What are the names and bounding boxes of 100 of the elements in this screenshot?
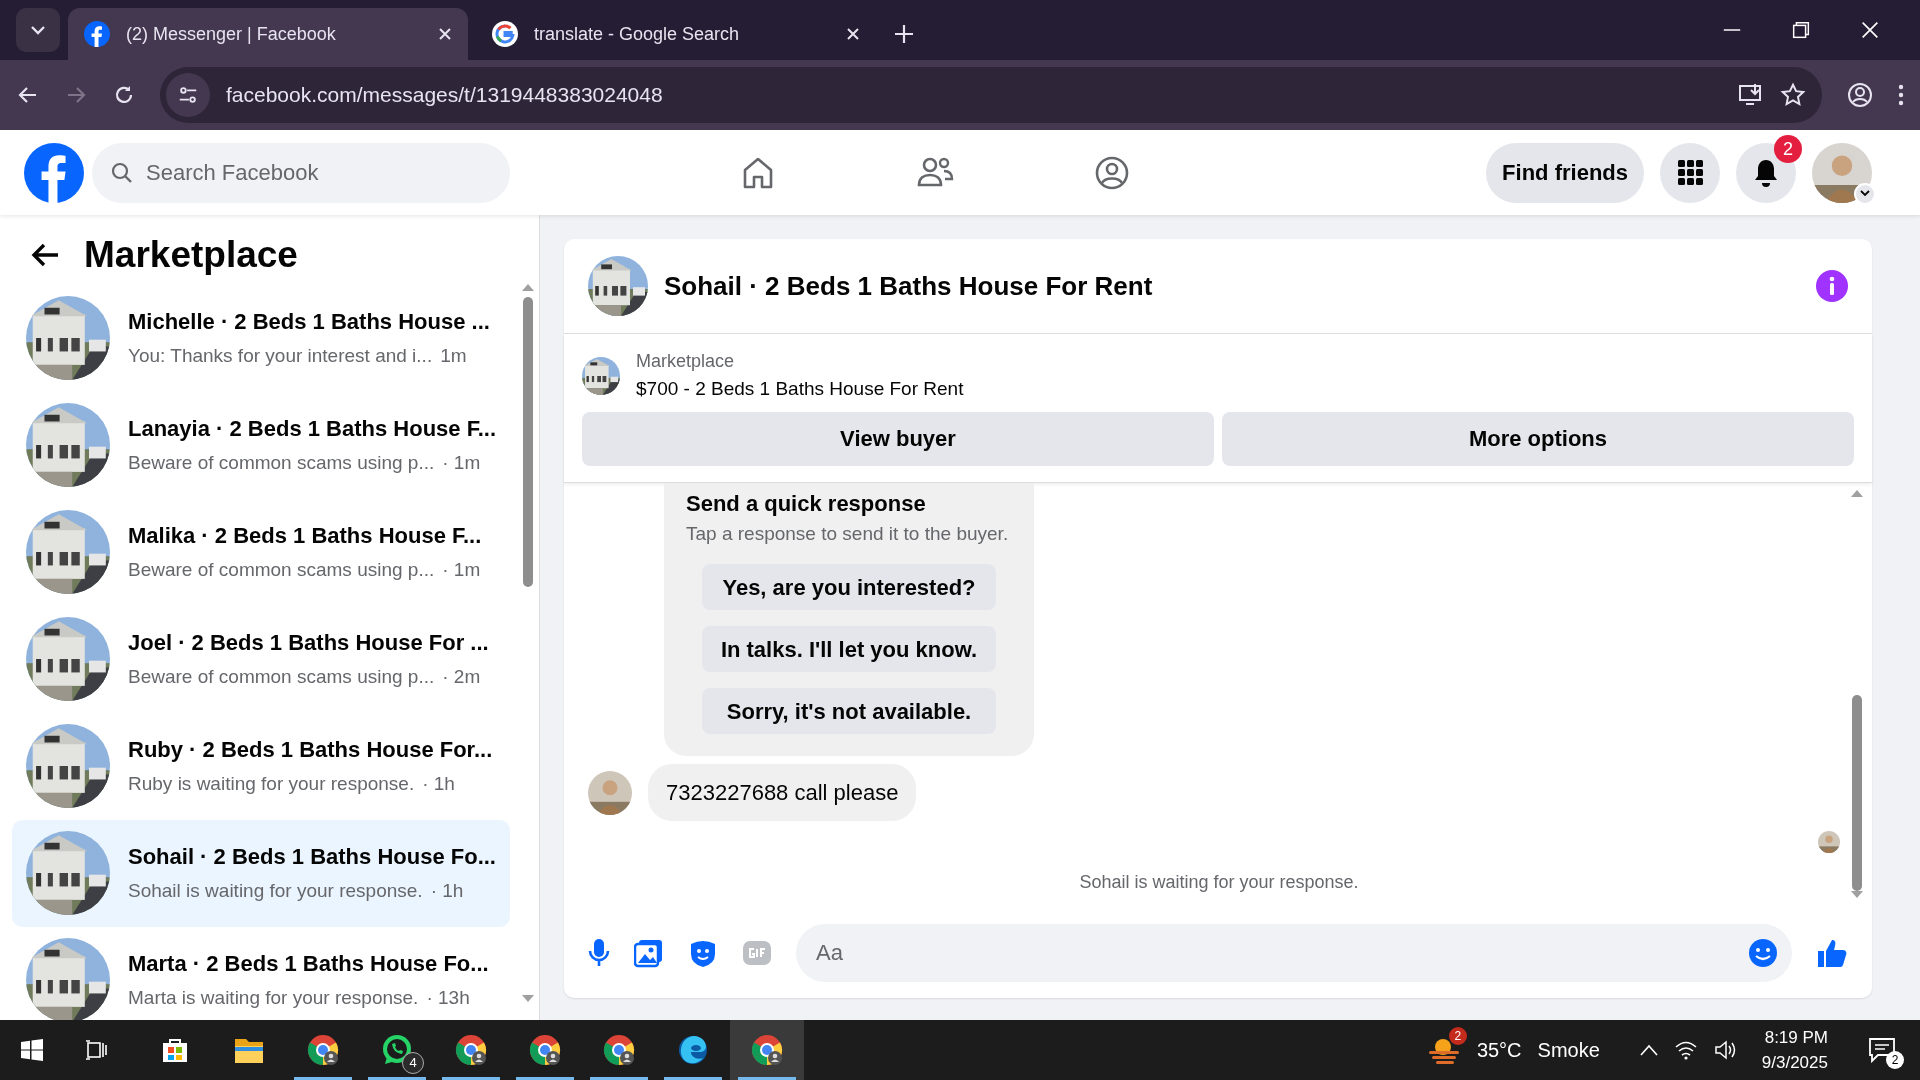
clock-time: 8:19 PM xyxy=(1764,1026,1828,1049)
notification-badge: 2 xyxy=(1774,134,1802,163)
listing-label: Marketplace xyxy=(636,350,736,373)
conversation-title: Ruby · 2 Beds 1 Baths House For... xyxy=(128,736,493,765)
back-arrow-icon[interactable] xyxy=(30,241,60,268)
message-time: · 1m xyxy=(442,451,481,476)
status-text: Sohail is waiting for your response. xyxy=(1078,871,1360,894)
people-circle-icon[interactable] xyxy=(1094,154,1130,191)
quick-reply-button[interactable]: In talks. I'll let you know. xyxy=(702,626,996,672)
browser-tab[interactable]: (2) Messenger | Facebook xyxy=(68,8,468,60)
conversation-title: Joel · 2 Beds 1 Baths House For ... xyxy=(128,629,489,658)
google-logo-icon xyxy=(492,21,518,47)
listing-title: $700 - 2 Beds 1 Baths House For Rent xyxy=(636,377,964,401)
quick-response-subtitle: Tap a response to send it to the buyer. xyxy=(686,521,1010,546)
scroll-up-icon[interactable] xyxy=(522,282,534,291)
weather-text: Smoke xyxy=(1537,1038,1600,1063)
taskbar-app[interactable] xyxy=(730,1020,804,1080)
scrollbar-thumb[interactable] xyxy=(523,296,533,587)
facebook-logo-icon xyxy=(84,21,110,47)
task-view-icon xyxy=(84,1038,108,1062)
chrome-icon xyxy=(750,1033,784,1067)
profile-icon[interactable] xyxy=(1846,81,1874,109)
speaker-icon[interactable] xyxy=(1713,1039,1738,1061)
sticker-icon[interactable] xyxy=(688,938,718,968)
message-time: · 1h xyxy=(422,772,455,797)
wifi-icon[interactable] xyxy=(1673,1039,1698,1061)
site-settings-icon[interactable] xyxy=(177,84,199,106)
info-icon[interactable] xyxy=(1816,270,1848,302)
browser-tab[interactable]: translate - Google Search xyxy=(476,8,876,60)
chrome-icon xyxy=(602,1033,636,1067)
message-time: · 1h xyxy=(430,879,464,904)
microphone-icon[interactable] xyxy=(588,938,610,968)
more-icon[interactable] xyxy=(1898,83,1904,107)
star-icon[interactable] xyxy=(1780,82,1806,108)
grid-icon xyxy=(1677,160,1703,185)
conversation-item[interactable]: Marta · 2 Beds 1 Baths House Fo... Marta is waiting for your response. · 13h xyxy=(12,926,510,1020)
message-time: 1m xyxy=(440,344,467,369)
bell-icon xyxy=(1752,157,1780,188)
temperature-text: 35°C xyxy=(1476,1038,1522,1063)
quick-response-title: Send a quick response xyxy=(686,489,927,518)
find-friends-button[interactable]: Find friends xyxy=(1486,142,1644,203)
conversation-item[interactable]: Malika · 2 Beds 1 Baths House F... Beware of common scams using p... · 1m xyxy=(12,498,510,606)
message-time: · 13h xyxy=(426,986,470,1011)
conversation-title: Malika · 2 Beds 1 Baths House F... xyxy=(128,522,482,551)
chevron-down-icon xyxy=(30,25,46,35)
chevron-up-icon[interactable] xyxy=(1639,1044,1658,1056)
close-icon[interactable] xyxy=(438,27,452,41)
message-preview: Ruby is waiting for your response. xyxy=(128,772,415,797)
conversation-item[interactable]: Michelle · 2 Beds 1 Baths House ... You: Thanks for your interest and i... 1m xyxy=(12,284,510,392)
conversation-title: Lanayia · 2 Beds 1 Baths House F... xyxy=(128,415,496,444)
sidebar-title: Marketplace xyxy=(84,233,298,277)
scroll-down-icon[interactable] xyxy=(522,994,534,1003)
conversation-title: Michelle · 2 Beds 1 Baths House ... xyxy=(128,308,490,337)
conversation-item[interactable]: Lanayia · 2 Beds 1 Baths House F... Beware of common scams using p... · 1m xyxy=(12,391,510,499)
action-button[interactable]: View buyer xyxy=(582,411,1214,466)
message-preview: You: Thanks for your interest and i... xyxy=(128,344,433,369)
new-tab-icon[interactable] xyxy=(892,22,916,46)
windows-logo-icon xyxy=(20,1038,44,1062)
conversation-item[interactable]: Joel · 2 Beds 1 Baths House For ... Beware of common scams using p... · 2m xyxy=(12,605,510,713)
tab-title: translate - Google Search xyxy=(534,22,741,46)
chrome-icon xyxy=(306,1033,340,1067)
tab-search-button[interactable] xyxy=(16,8,60,52)
quick-reply-button[interactable]: Sorry, it's not available. xyxy=(702,688,996,734)
tab-title: (2) Messenger | Facebook xyxy=(126,22,337,46)
action-button[interactable]: More options xyxy=(1222,411,1854,466)
message-preview: Beware of common scams using p... xyxy=(128,558,435,583)
message-time: · 1m xyxy=(442,558,481,583)
conversation-item[interactable]: Ruby · 2 Beds 1 Baths House For... Ruby is waiting for your response. · 1h xyxy=(12,712,510,820)
thumbs-up-icon[interactable] xyxy=(1816,937,1848,969)
url-text: facebook.com/messages/t/1319448383024048 xyxy=(226,82,664,109)
edge-icon xyxy=(677,1034,709,1066)
conversation-title: Marta · 2 Beds 1 Baths House Fo... xyxy=(128,950,489,979)
weather-badge: 2 xyxy=(1448,1027,1467,1045)
message-bubble: 7323227688 call please xyxy=(648,764,917,821)
message-time: · 2m xyxy=(442,665,481,690)
quick-reply-button[interactable]: Yes, are you interested? xyxy=(702,564,996,610)
chevron-down-icon[interactable] xyxy=(1860,190,1870,197)
emoji-icon[interactable] xyxy=(1748,938,1778,968)
install-app-icon[interactable] xyxy=(1738,82,1764,108)
scrollbar-thumb[interactable] xyxy=(1852,694,1862,891)
taskbar-app[interactable]: 4 xyxy=(360,1020,434,1080)
message-input[interactable]: Aa xyxy=(796,924,1792,982)
chrome-icon xyxy=(454,1033,488,1067)
close-icon[interactable] xyxy=(846,27,860,41)
facebook-logo[interactable] xyxy=(24,142,84,203)
chat-title: Sohail · 2 Beds 1 Baths House For Rent xyxy=(664,269,1153,303)
address-bar[interactable]: facebook.com/messages/t/1319448383024048 xyxy=(160,67,1822,123)
chrome-icon xyxy=(528,1033,562,1067)
search-icon xyxy=(110,160,134,185)
conversation-title: Sohail · 2 Beds 1 Baths House Fo... xyxy=(128,843,496,872)
photo-icon[interactable] xyxy=(634,938,664,968)
clock-date: 9/3/2025 xyxy=(1761,1052,1828,1074)
message-preview: Marta is waiting for your response. xyxy=(128,986,419,1011)
notification-count: 2 xyxy=(1886,1051,1904,1069)
search-field[interactable]: Search Facebook xyxy=(92,142,510,203)
scroll-up-icon[interactable] xyxy=(1851,488,1863,497)
notifications-icon[interactable] xyxy=(1868,1037,1896,1063)
message-preview: Sohail is waiting for your response. xyxy=(128,879,423,904)
message-preview: Beware of common scams using p... xyxy=(128,665,435,690)
conversation-item[interactable]: Sohail · 2 Beds 1 Baths House Fo... Sohail is waiting for your response. · 1h xyxy=(12,819,510,927)
